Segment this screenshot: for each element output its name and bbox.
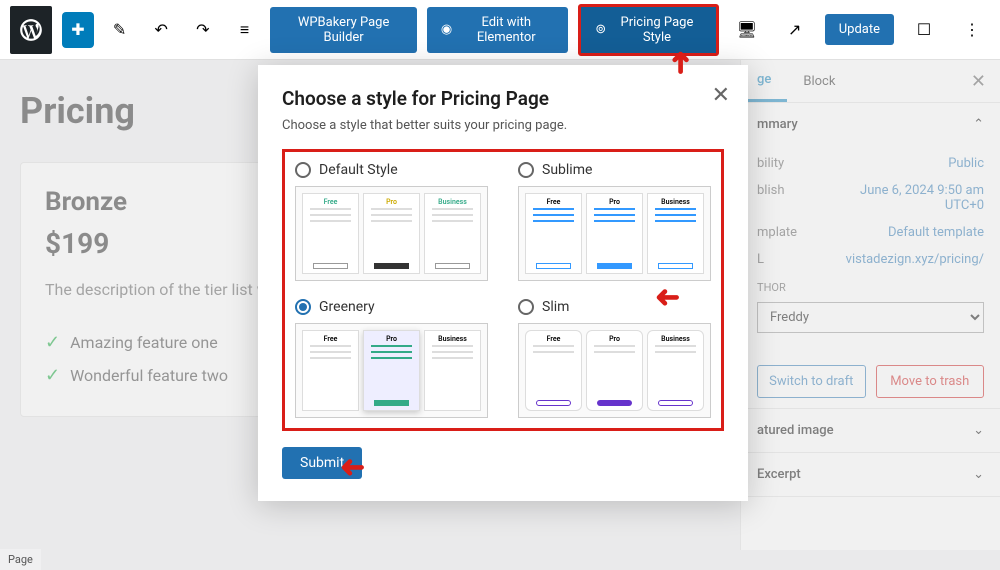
more-options-icon[interactable]: ⋮ <box>954 12 990 48</box>
modal-subtitle: Choose a style that better suits your pr… <box>282 118 724 133</box>
wordpress-logo-icon[interactable] <box>10 6 52 54</box>
style-preview-slim: Free Pro Business <box>518 323 711 418</box>
preview-desktop-icon[interactable]: 🖥 <box>729 12 765 48</box>
modal-title: Choose a style for Pricing Page <box>282 87 724 110</box>
undo-icon[interactable]: ↶ <box>145 12 177 48</box>
radio-icon[interactable] <box>518 299 534 315</box>
list-view-icon[interactable]: ≡ <box>229 12 261 48</box>
elementor-icon: ◉ <box>441 22 452 37</box>
external-link-icon[interactable]: ↗ <box>777 12 813 48</box>
pricing-page-style-button[interactable]: ⊚Pricing Page Style <box>578 4 718 56</box>
style-icon: ⊚ <box>595 22 606 37</box>
add-block-icon[interactable]: ✚ <box>62 12 94 48</box>
style-preview-default: Free Pro Business <box>295 186 488 281</box>
modal-close-icon[interactable]: ✕ <box>712 83 730 108</box>
style-preview-greenery: Free Pro Business <box>295 323 488 418</box>
style-option-greenery[interactable]: Greenery Free Pro Business <box>295 299 488 418</box>
update-button[interactable]: Update <box>825 14 894 45</box>
annotation-arrow-icon: ➜ <box>655 280 680 315</box>
settings-panel-icon[interactable]: ☐ <box>906 12 942 48</box>
edit-icon[interactable]: ✎ <box>104 12 136 48</box>
style-option-slim[interactable]: Slim Free Pro Business <box>518 299 711 418</box>
editor-toolbar: ✚ ✎ ↶ ↷ ≡ WPBakery Page Builder ◉Edit wi… <box>0 0 1000 60</box>
radio-icon[interactable] <box>295 299 311 315</box>
style-option-sublime[interactable]: Sublime Free Pro Business <box>518 162 711 281</box>
style-option-default[interactable]: Default Style Free Pro Business <box>295 162 488 281</box>
footer-breadcrumb[interactable]: Page <box>0 549 41 570</box>
elementor-button[interactable]: ◉Edit with Elementor <box>427 7 568 53</box>
wpbakery-button[interactable]: WPBakery Page Builder <box>270 7 417 53</box>
radio-icon[interactable] <box>518 162 534 178</box>
style-preview-sublime: Free Pro Business <box>518 186 711 281</box>
annotation-arrow-icon: ➜ <box>340 450 365 485</box>
annotation-arrow-icon: ➜ <box>663 50 698 75</box>
radio-icon[interactable] <box>295 162 311 178</box>
redo-icon[interactable]: ↷ <box>187 12 219 48</box>
